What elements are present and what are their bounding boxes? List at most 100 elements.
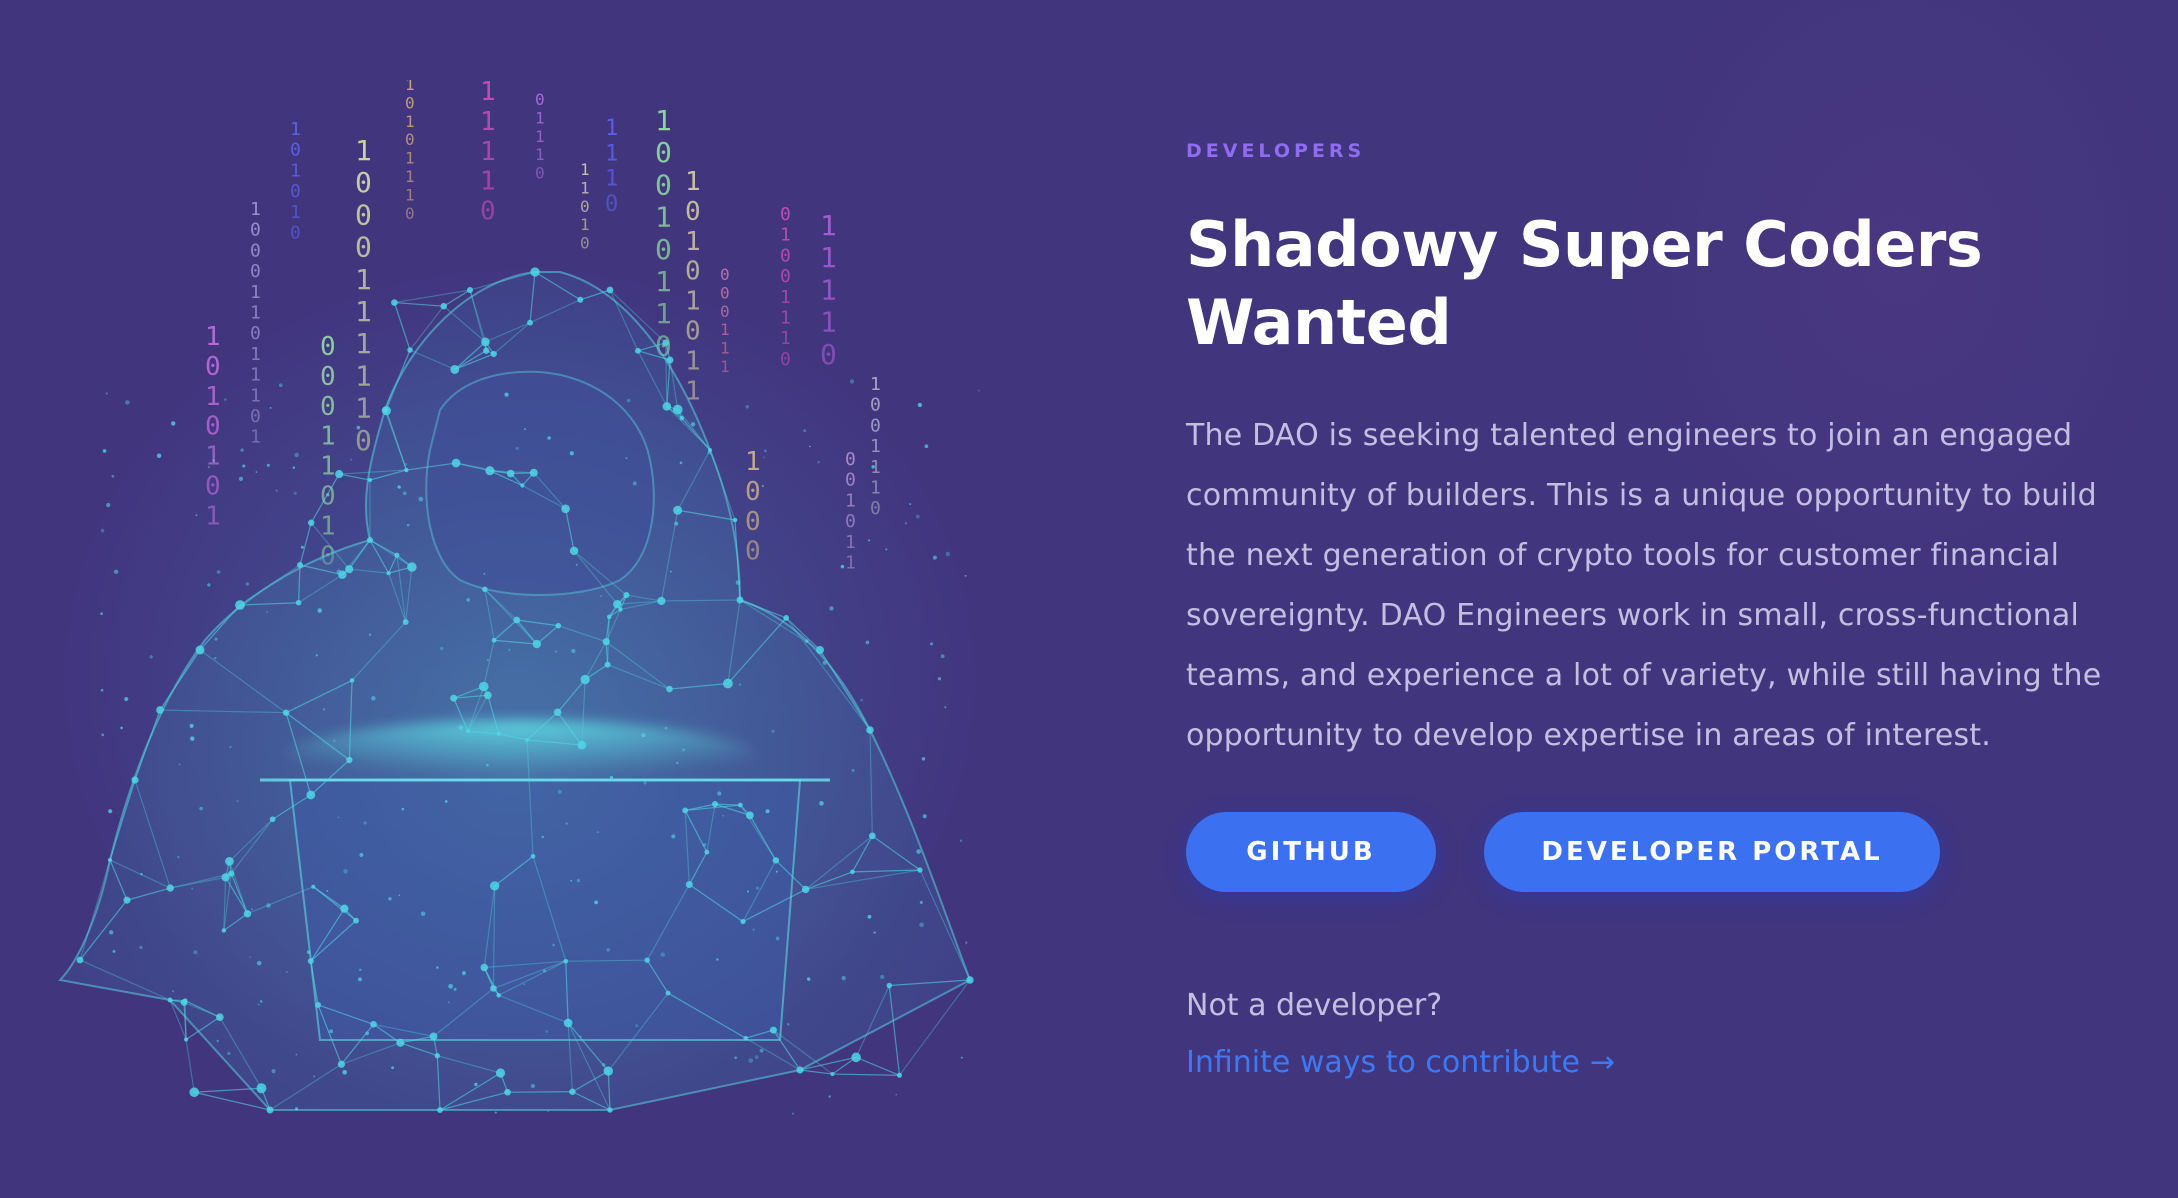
binary-digit: 0 [355,198,372,231]
binary-digit: 1 [205,382,221,412]
binary-digit: 1 [870,478,881,499]
mesh-node [553,708,562,717]
binary-digit: 1 [780,308,791,329]
mesh-node [665,990,671,996]
mesh-particle [402,491,407,496]
mesh-node [335,470,344,479]
mesh-node [221,928,227,933]
mesh-node [478,681,489,692]
mesh-particle [849,379,855,384]
mesh-particle [189,723,194,728]
mesh-node [772,857,780,864]
binary-digit: 1 [780,225,791,246]
mesh-node [483,347,490,354]
mesh-node [404,467,409,473]
mesh-particle [523,428,526,431]
mesh-node [256,1083,267,1094]
mesh-particle [763,456,765,459]
mesh-particle [485,763,489,767]
mesh-node [269,816,276,823]
github-button[interactable]: GITHUB [1186,812,1436,892]
binary-digit: 1 [320,422,336,452]
mesh-particle [959,839,963,842]
binary-digit: 0 [250,261,261,282]
mesh-particle [448,983,453,989]
mesh-node [337,1060,345,1068]
mesh-node [490,985,497,992]
mesh-node [529,468,538,477]
binary-digit: 1 [580,160,590,179]
mesh-node [496,731,501,736]
mesh-particle [343,869,348,874]
mesh-particle [447,1001,450,1004]
title-line-2: Wanted [1186,286,1452,359]
description-line: opportunity to develop expertise in area… [1186,718,1992,753]
binary-digit: 1 [685,227,701,257]
mesh-particle [391,1066,395,1070]
binary-digit: 0 [205,352,221,382]
mesh-node [386,570,391,576]
mesh-particle [565,822,568,825]
mesh-particle [436,966,439,969]
mesh-edge [339,473,371,481]
mesh-particle [682,748,686,752]
mesh-node [407,347,413,353]
mesh-node [180,999,188,1006]
mesh-particle [418,496,424,502]
mesh-particle [251,908,253,910]
mesh-particle [337,816,340,819]
binary-digit: 1 [250,199,261,220]
mesh-particle [932,555,937,560]
developer-portal-button[interactable]: DEVELOPER PORTAL [1484,812,1940,892]
mesh-node [662,402,672,411]
mesh-node [156,706,164,714]
mesh-particle [594,900,599,905]
mesh-particle [606,948,611,952]
binary-digit: 0 [845,449,856,470]
binary-digit: 0 [870,415,881,436]
binary-digit: 1 [250,365,261,386]
mesh-node [480,963,489,972]
mesh-particle [626,398,631,403]
mesh-node [712,801,719,808]
binary-digit: 0 [250,323,261,344]
mesh-particle [322,708,326,711]
binary-digit: 1 [405,80,415,94]
arrow-right-icon: → [1589,1045,1616,1080]
mesh-node [107,857,113,863]
binary-digit: 1 [780,328,791,349]
mesh-node [307,519,315,527]
mesh-node [451,458,461,468]
mesh-particle [819,801,824,806]
mesh-node [740,918,746,925]
binary-digit: 1 [480,107,496,137]
mesh-particle [266,611,269,613]
binary-digit: 0 [355,166,372,199]
binary-digit: 1 [655,265,672,298]
mesh-node [496,993,501,998]
mesh-particle [357,977,362,982]
mesh-particle [124,697,129,702]
mesh-node [673,505,683,515]
description-line: teams, and experience a lot of variety, … [1186,658,2102,693]
mesh-node [672,404,683,415]
mesh-particle [315,654,318,657]
mesh-particle [214,657,217,660]
mesh-particle [809,445,811,448]
mesh-node [657,596,666,606]
mesh-node [745,811,754,820]
binary-digit: 0 [685,257,701,287]
mesh-particle [216,1039,219,1043]
binary-digit: 1 [685,287,701,317]
mesh-node [296,561,304,569]
binary-digit: 1 [405,112,415,131]
mesh-particle [755,886,760,890]
binary-digit: 1 [820,209,837,242]
mesh-particle [868,539,871,542]
mesh-particle [108,809,113,814]
contribute-link[interactable]: Infinite ways to contribute → [1186,1045,1615,1080]
mesh-particle [483,573,486,575]
mesh-node [830,1072,835,1077]
mesh-particle [313,1075,316,1078]
mesh-particle [625,457,628,460]
